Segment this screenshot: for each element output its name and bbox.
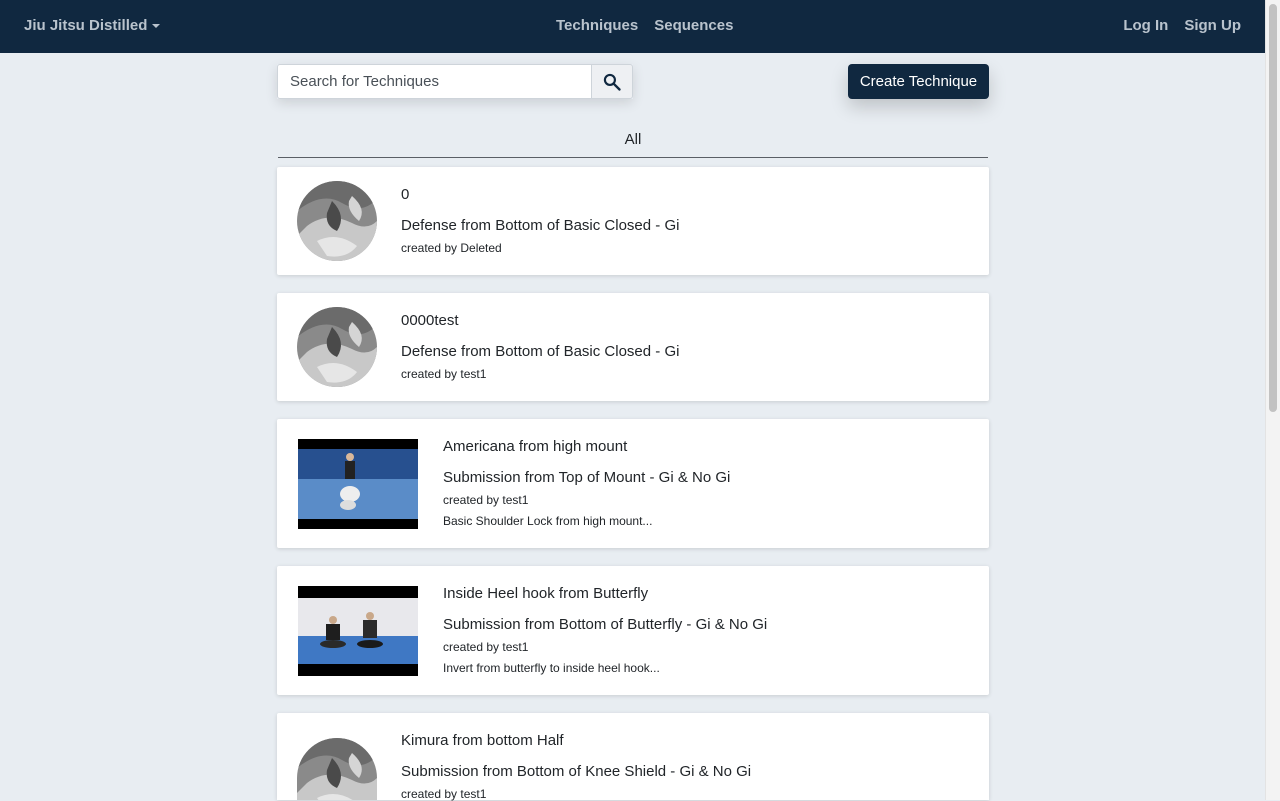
technique-name: 0 — [401, 186, 410, 203]
technique-info: Americana from high mount Submission fro… — [443, 438, 730, 528]
technique-card[interactable]: Kimura from bottom Half Submission from … — [277, 713, 989, 801]
technique-author: created by test1 — [401, 787, 487, 801]
technique-author: created by test1 — [443, 640, 529, 654]
technique-category: Defense from Bottom of Basic Closed - Gi — [401, 217, 680, 234]
technique-author: created by test1 — [443, 493, 529, 507]
main-nav: Techniques Sequences — [556, 17, 733, 34]
technique-name: Inside Heel hook from Butterfly — [443, 585, 649, 602]
technique-card[interactable]: Americana from high mount Submission fro… — [277, 419, 989, 548]
technique-category: Defense from Bottom of Basic Closed - Gi — [401, 343, 680, 360]
technique-card[interactable]: Inside Heel hook from Butterfly Submissi… — [277, 566, 989, 695]
top-navbar: Jiu Jitsu Distilled Techniques Sequences… — [0, 0, 1265, 53]
search-icon — [603, 73, 621, 91]
auth-nav: Log In Sign Up — [1123, 17, 1241, 34]
technique-author: created by Deleted — [401, 241, 502, 255]
technique-thumbnail — [297, 738, 377, 800]
technique-info: Kimura from bottom Half Submission from … — [401, 732, 751, 801]
technique-category: Submission from Bottom of Knee Shield - … — [401, 763, 752, 780]
scrollbar-thumb[interactable] — [1269, 4, 1277, 412]
technique-card[interactable]: 0000test Defense from Bottom of Basic Cl… — [277, 293, 989, 401]
technique-description: Basic Shoulder Lock from high mount... — [443, 514, 653, 528]
page-scrollbar[interactable] — [1265, 0, 1280, 800]
login-link[interactable]: Log In — [1123, 17, 1168, 34]
technique-category: Submission from Top of Mount - Gi & No G… — [443, 469, 731, 486]
technique-info: Inside Heel hook from Butterfly Submissi… — [443, 585, 767, 675]
nav-techniques-link[interactable]: Techniques — [556, 17, 638, 34]
technique-name: Americana from high mount — [443, 438, 628, 455]
tab-all[interactable]: All — [278, 131, 988, 158]
technique-thumbnail — [297, 307, 377, 387]
technique-author: created by test1 — [401, 367, 487, 381]
brand-label: Jiu Jitsu Distilled — [24, 17, 148, 34]
caret-down-icon — [152, 23, 161, 28]
create-technique-button[interactable]: Create Technique — [848, 64, 989, 99]
technique-video-thumbnail — [298, 439, 418, 529]
technique-category: Submission from Bottom of Butterfly - Gi… — [443, 616, 768, 633]
search-group — [277, 64, 633, 99]
technique-thumbnail — [297, 181, 377, 261]
search-input[interactable] — [277, 64, 591, 99]
technique-name: Kimura from bottom Half — [401, 732, 564, 749]
technique-card[interactable]: 0 Defense from Bottom of Basic Closed - … — [277, 167, 989, 275]
technique-name: 0000test — [401, 312, 459, 329]
technique-description: Invert from butterfly to inside heel hoo… — [443, 661, 660, 675]
signup-link[interactable]: Sign Up — [1184, 17, 1241, 34]
technique-info: 0 Defense from Bottom of Basic Closed - … — [401, 186, 679, 255]
nav-sequences-link[interactable]: Sequences — [654, 17, 733, 34]
brand-dropdown[interactable]: Jiu Jitsu Distilled — [24, 17, 161, 34]
technique-info: 0000test Defense from Bottom of Basic Cl… — [401, 312, 679, 381]
technique-video-thumbnail — [298, 586, 418, 676]
search-button[interactable] — [591, 64, 633, 99]
